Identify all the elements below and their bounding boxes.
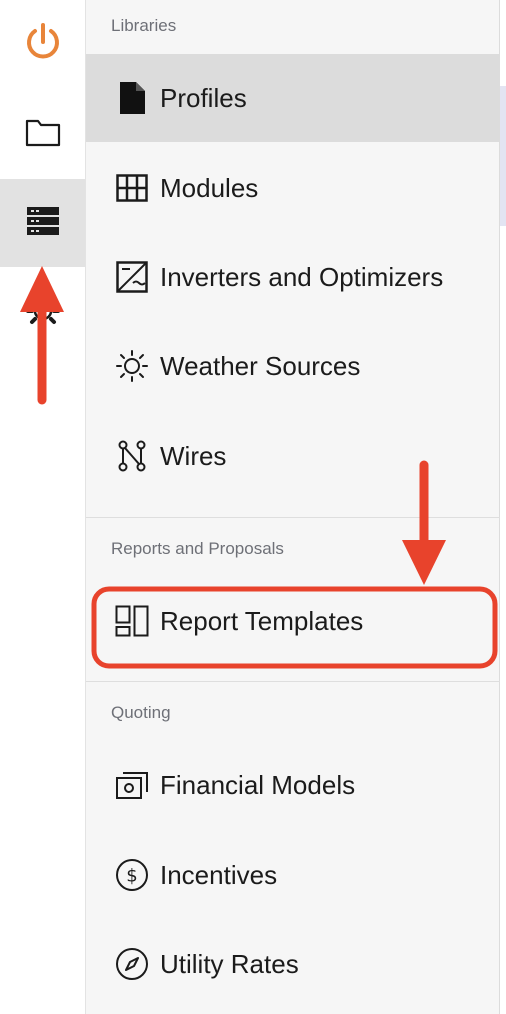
annotation-arrow-up [20, 266, 64, 405]
annotation-overlay [20, 266, 498, 669]
annotation-highlight-box [91, 586, 498, 669]
annotation-arrow-down [402, 460, 446, 585]
